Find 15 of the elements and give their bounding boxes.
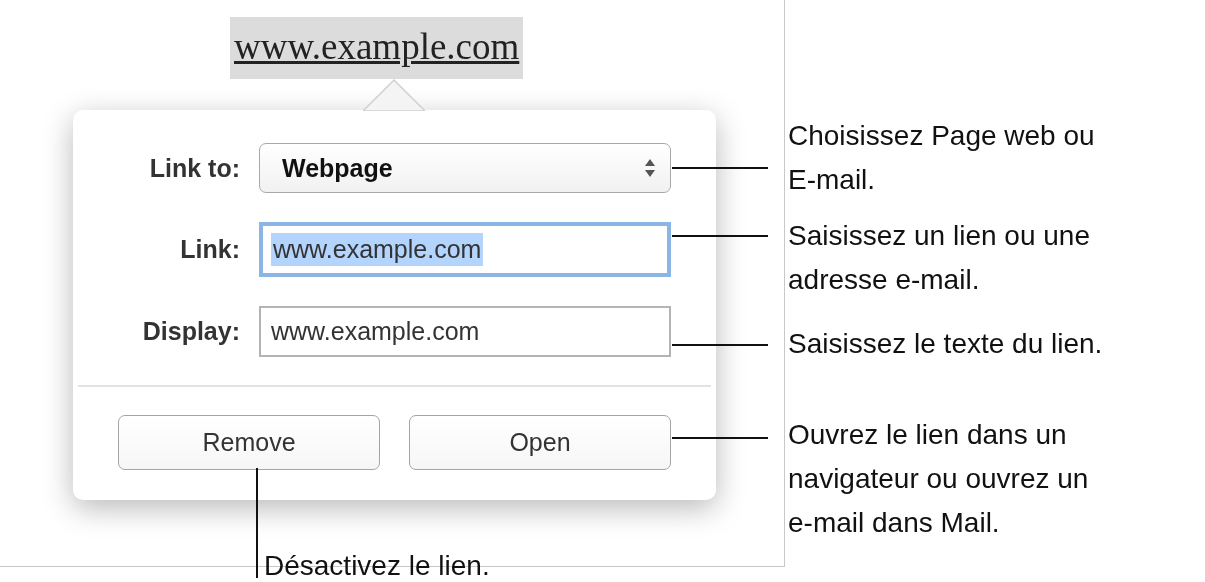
- callout-text: Saisissez un lien ou une adresse e-mail.: [788, 219, 1090, 297]
- field-label: Link:: [180, 235, 240, 264]
- callout-text: Saisissez le texte du lien.: [788, 327, 1103, 361]
- input-field[interactable]: www.example.com: [259, 306, 671, 357]
- stepper-icon: [644, 157, 656, 179]
- link-type-dropdown[interactable]: Webpage: [259, 143, 671, 193]
- open-button[interactable]: Open: [409, 415, 671, 470]
- callout-text: Désactivez le lien.: [264, 549, 490, 582]
- remove-button[interactable]: Remove: [118, 415, 380, 470]
- callout-text: Ouvrez le lien dans un navigateur ou ouvrez un e-mail dans Mail.: [788, 418, 1089, 540]
- callout-text: Choisissez Page web ou E-mail.: [788, 119, 1095, 197]
- field-label: Link to:: [149, 153, 240, 183]
- document-link[interactable]: www.example.com: [230, 17, 524, 79]
- field-label: Display:: [142, 317, 240, 346]
- input-field[interactable]: www.example.com: [259, 222, 671, 277]
